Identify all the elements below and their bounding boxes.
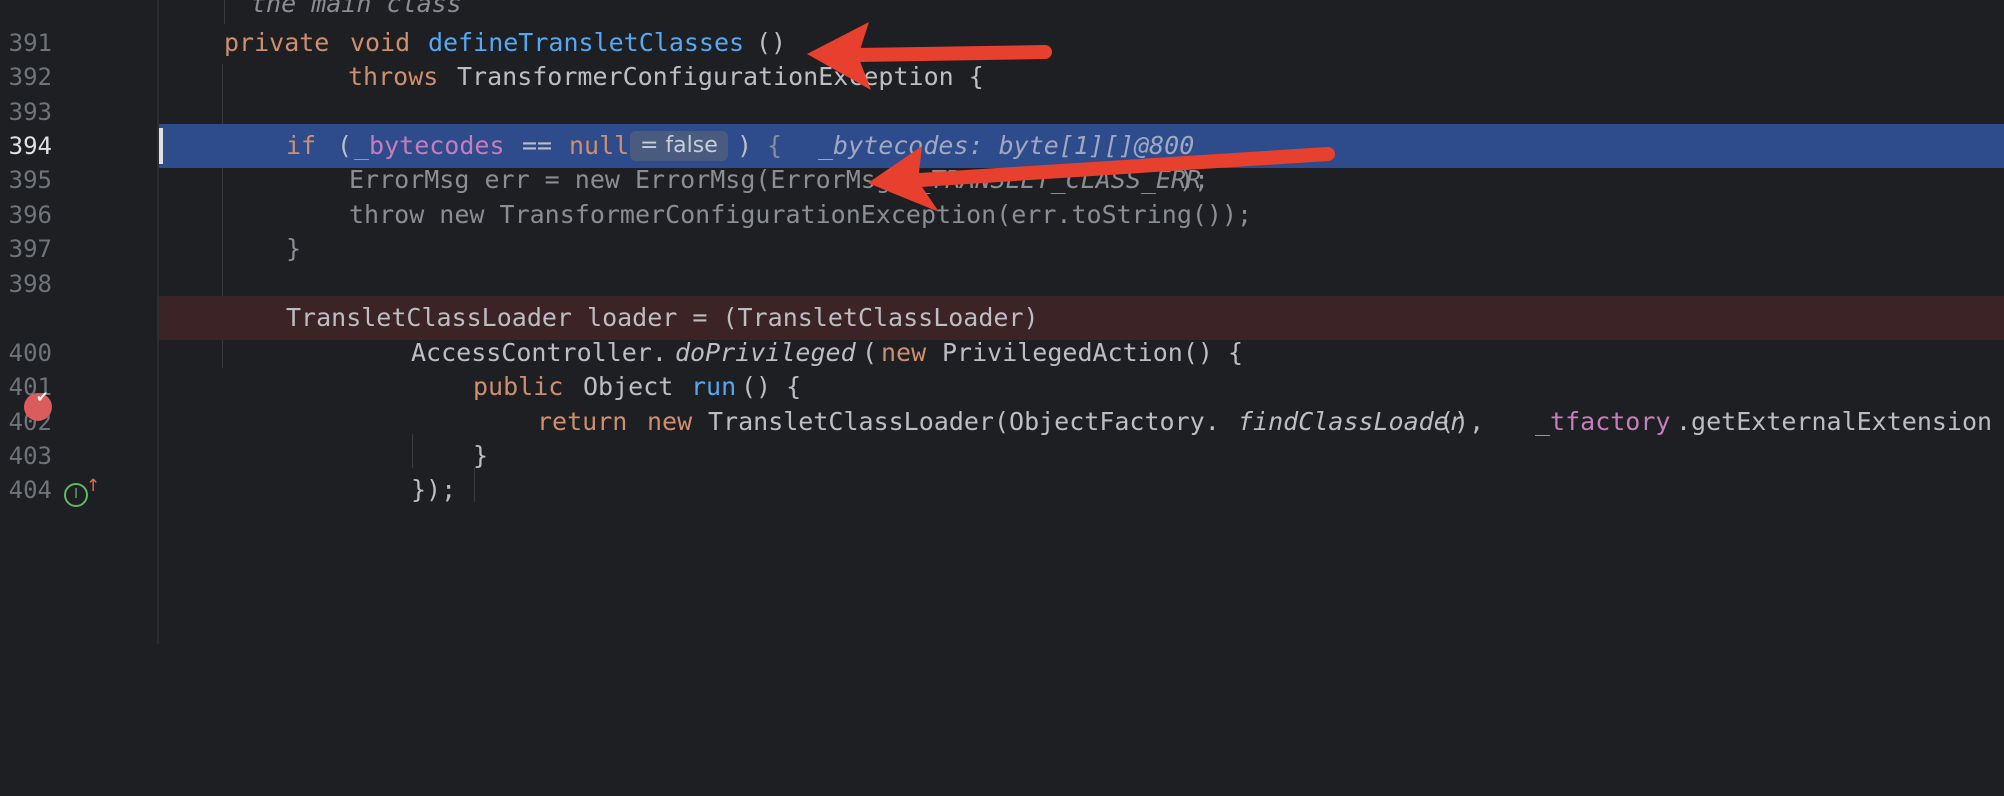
code-editor[interactable]: the main class private void defineTransl…	[159, 0, 2004, 644]
implements-method-icon[interactable]: I	[64, 483, 88, 507]
line-number-398: 398	[8, 270, 52, 298]
editor-gutter[interactable]: 391 392 393 394 395 396 397 398 400 401 …	[0, 0, 158, 644]
code-line-404[interactable]: });	[159, 468, 2004, 512]
code-line-392[interactable]: throws TransformerConfigurationException…	[159, 55, 2004, 99]
breakpoint-check-icon: ✔	[36, 388, 49, 406]
inline-value-hint[interactable]: = false	[630, 131, 728, 161]
arrow-up-icon: ↑	[86, 476, 101, 496]
code-text: });	[411, 475, 457, 504]
brace-close: }	[286, 234, 302, 263]
keyword-throws: throws	[348, 62, 439, 91]
code-line-397[interactable]: }	[159, 227, 2004, 271]
line-number-404: 404	[8, 476, 52, 504]
exception-type: TransformerConfigurationException {	[457, 62, 984, 91]
